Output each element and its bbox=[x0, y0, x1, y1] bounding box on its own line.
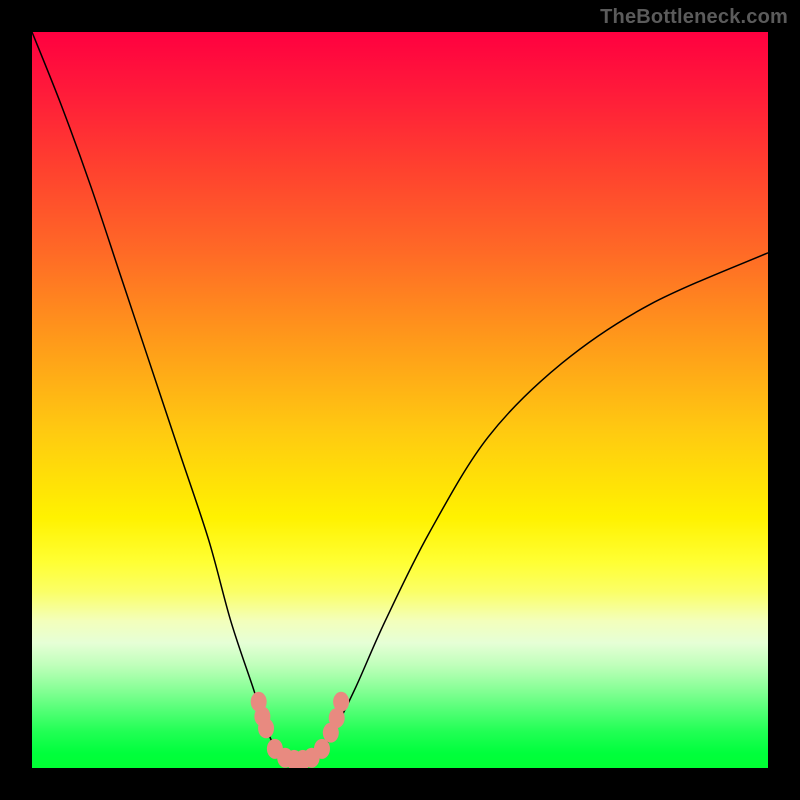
curve bbox=[32, 32, 768, 762]
marker-point bbox=[333, 692, 349, 712]
watermark-label: TheBottleneck.com bbox=[600, 6, 788, 29]
marker-point bbox=[314, 739, 330, 759]
plot-area bbox=[32, 32, 768, 768]
curve-layer bbox=[32, 32, 768, 768]
marker-group bbox=[251, 692, 349, 768]
marker-point bbox=[258, 718, 274, 738]
chart-stage: TheBottleneck.com bbox=[0, 0, 800, 800]
